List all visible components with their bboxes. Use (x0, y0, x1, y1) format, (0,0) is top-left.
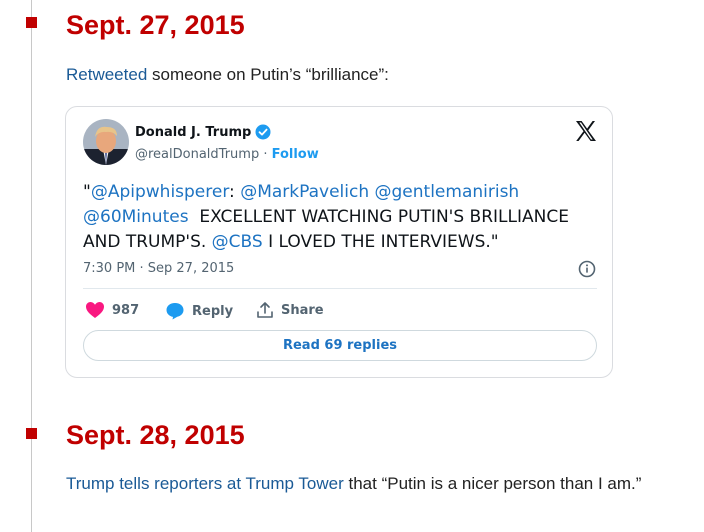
entry-text: that “Putin is a nicer person than I am.… (343, 474, 642, 493)
share-icon (257, 302, 273, 318)
like-count: 987 (112, 302, 140, 318)
author-handle-row: @realDonaldTrump · Follow (135, 147, 319, 162)
mention-link[interactable]: @60Minutes (83, 207, 189, 227)
share-label: Share (281, 302, 324, 318)
author-name[interactable]: Donald J. Trump (135, 125, 251, 140)
embedded-tweet-card[interactable]: Donald J. Trump @realDonaldTrump · Follo… (65, 106, 613, 378)
like-button[interactable]: 987 (85, 301, 139, 319)
author-handle[interactable]: @realDonaldTrump (135, 147, 259, 162)
author-name-row[interactable]: Donald J. Trump (135, 124, 271, 140)
verified-badge-icon (255, 124, 271, 140)
entry-paragraph: Trump tells reporters at Trump Tower tha… (66, 470, 646, 498)
reporters-link[interactable]: Trump tells reporters at Trump Tower (66, 474, 344, 493)
tweet-divider (83, 288, 597, 289)
tweet-text: "@Apipwhisperer: @MarkPavelich @gentlema… (83, 180, 603, 255)
heart-icon (86, 302, 104, 318)
entry-text: someone on Putin’s “brilliance”: (147, 65, 389, 84)
timeline-marker (26, 428, 37, 439)
avatar[interactable] (83, 119, 129, 165)
handle-separator: · (259, 147, 272, 162)
share-button[interactable]: Share (256, 301, 324, 319)
mention-link[interactable]: @gentlemanirish (375, 182, 520, 202)
mention-link[interactable]: @Apipwhisperer (91, 182, 229, 202)
mention-link[interactable]: @CBS (212, 232, 263, 252)
entry-paragraph: Retweeted someone on Putin’s “brilliance… (66, 61, 656, 89)
timeline-line (31, 0, 32, 532)
timeline-marker (26, 17, 37, 28)
reply-bubble-icon (166, 303, 184, 320)
entry-date-heading: Sept. 27, 2015 (66, 10, 245, 40)
read-replies-button[interactable]: Read 69 replies (83, 330, 597, 361)
retweeted-link[interactable]: Retweeted (66, 65, 147, 84)
entry-date-heading: Sept. 28, 2015 (66, 420, 245, 450)
mention-link[interactable]: @MarkPavelich (240, 182, 369, 202)
follow-button[interactable]: Follow (272, 147, 319, 162)
reply-button[interactable]: Reply (165, 301, 233, 321)
tweet-text-part: I LOVED THE INTERVIEWS." (262, 232, 499, 252)
tweet-timestamp[interactable]: 7:30 PM · Sep 27, 2015 (83, 261, 234, 276)
x-logo-icon[interactable] (574, 119, 598, 143)
info-icon[interactable] (578, 260, 596, 278)
reply-label: Reply (192, 303, 234, 319)
tweet-text-part: : (229, 182, 241, 202)
tweet-text-part: " (83, 182, 91, 202)
